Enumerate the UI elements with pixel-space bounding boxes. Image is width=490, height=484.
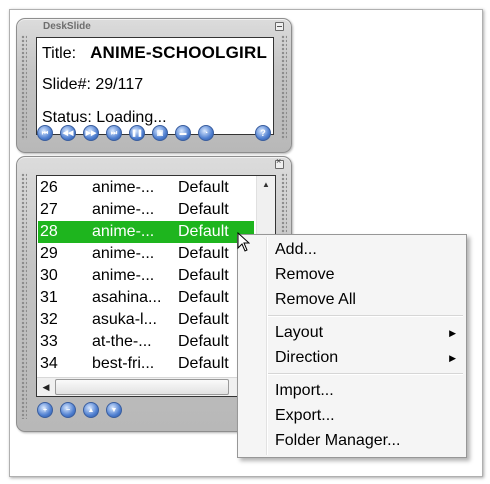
menu-item-remove[interactable]: Remove <box>275 266 335 284</box>
minimize-button[interactable] <box>275 22 284 31</box>
row-file-name: anime-... <box>92 245 155 262</box>
slide-info-box: Title: ANIME-SCHOOLGIRL Slide#: 29/117 St… <box>36 37 274 135</box>
clock-icon: ◔ <box>203 129 209 137</box>
table-row[interactable]: 34 best-fri... Default <box>38 353 254 375</box>
rewind-button[interactable]: ◀◀ <box>60 125 76 141</box>
left-drag-grip[interactable] <box>21 35 27 140</box>
row-transition-type: Default <box>178 333 229 350</box>
plus-icon: + <box>42 406 48 414</box>
playback-controls: ⏮ ◀◀ ▶▶ ⏭ ❚❚ ▣ ▬ ◔ <box>37 125 214 141</box>
row-transition-type: Default <box>178 355 229 372</box>
table-row[interactable]: 28 anime-... Default <box>38 221 254 243</box>
rewind-icon: ◀◀ <box>62 129 74 137</box>
skip-back-icon: ⏮ <box>41 129 49 137</box>
status-value: Loading... <box>96 109 167 126</box>
row-file-name: best-fri... <box>92 355 155 372</box>
row-transition-type: Default <box>178 223 229 240</box>
submenu-arrow-icon: ▶ <box>449 353 456 363</box>
row-file-name: anime-... <box>92 201 155 218</box>
skip-forward-icon: ⏭ <box>110 129 118 137</box>
slide-number-value: 29/117 <box>95 76 144 93</box>
table-row[interactable]: 32 asuka-l... Default <box>38 309 254 331</box>
menu-item-add[interactable]: Add... <box>275 241 317 259</box>
row-file-name: anime-... <box>92 267 155 284</box>
row-number: 26 <box>40 179 58 196</box>
row-number: 31 <box>40 289 58 306</box>
menu-separator <box>268 373 463 375</box>
move-down-button[interactable]: ▼ <box>106 402 122 418</box>
menu-item-folder-manager[interactable]: Folder Manager... <box>275 432 400 450</box>
row-number: 30 <box>40 267 58 284</box>
row-number: 32 <box>40 311 58 328</box>
title-value: ANIME-SCHOOLGIRL <box>90 43 268 62</box>
table-row[interactable]: 33 at-the-... Default <box>38 331 254 353</box>
scroll-up-arrow-icon[interactable]: ▲ <box>257 176 275 193</box>
last-slide-button[interactable]: ⏭ <box>106 125 122 141</box>
title-label: Title: <box>42 45 77 62</box>
slide-number-label: Slide#: <box>42 76 91 93</box>
fast-forward-icon: ▶▶ <box>85 129 97 137</box>
folder-icon: ▬ <box>179 129 187 137</box>
row-transition-type: Default <box>178 267 229 284</box>
help-icon: ? <box>260 127 266 138</box>
row-transition-type: Default <box>178 311 229 328</box>
row-file-name: asahina... <box>92 289 162 306</box>
playlist-buttons: + − ▲ ▼ <box>37 402 122 418</box>
row-transition-type: Default <box>178 201 229 218</box>
row-transition-type: Default <box>178 289 229 306</box>
menu-item-remove-all[interactable]: Remove All <box>275 291 356 309</box>
add-item-button[interactable]: + <box>37 402 53 418</box>
deskslide-control-panel: DeskSlide Title: ANIME-SCHOOLGIRL Slide#:… <box>16 18 292 153</box>
mouse-cursor-icon <box>237 232 250 252</box>
table-row[interactable]: 29 anime-... Default <box>38 243 254 265</box>
close-playlist-button[interactable] <box>275 156 284 169</box>
row-file-name: asuka-l... <box>92 311 157 328</box>
folder-button[interactable]: ▬ <box>175 125 191 141</box>
menu-separator <box>268 315 463 317</box>
menu-item-direction[interactable]: Direction <box>275 349 338 367</box>
remove-item-button[interactable]: − <box>60 402 76 418</box>
row-number: 28 <box>40 223 58 240</box>
row-transition-type: Default <box>178 179 229 196</box>
timer-button[interactable]: ◔ <box>198 125 214 141</box>
row-file-name: anime-... <box>92 179 155 196</box>
arrow-up-icon: ▲ <box>87 406 95 414</box>
window-title: DeskSlide <box>43 21 91 32</box>
copy-icon: ▣ <box>156 129 164 137</box>
row-number: 27 <box>40 201 58 218</box>
pause-icon: ❚❚ <box>131 129 143 137</box>
table-row[interactable]: 26 anime-... Default <box>38 177 254 199</box>
row-number: 34 <box>40 355 58 372</box>
right-drag-grip[interactable] <box>281 35 287 140</box>
menu-item-export[interactable]: Export... <box>275 407 335 425</box>
minus-icon: − <box>65 406 71 414</box>
table-row[interactable]: 30 anime-... Default <box>38 265 254 287</box>
submenu-arrow-icon: ▶ <box>449 328 456 338</box>
menu-item-import[interactable]: Import... <box>275 382 334 400</box>
pause-button[interactable]: ❚❚ <box>129 125 145 141</box>
scroll-left-arrow-icon[interactable]: ◀ <box>38 378 54 396</box>
left-drag-grip[interactable] <box>21 173 27 419</box>
move-up-button[interactable]: ▲ <box>83 402 99 418</box>
context-menu: Add... Remove Remove All Layout ▶ Direction ▶ I… <box>237 234 467 458</box>
copy-button[interactable]: ▣ <box>152 125 168 141</box>
fast-forward-button[interactable]: ▶▶ <box>83 125 99 141</box>
row-number: 33 <box>40 333 58 350</box>
table-row[interactable]: 31 asahina... Default <box>38 287 254 309</box>
help-button[interactable]: ? <box>255 125 271 141</box>
table-row[interactable]: 27 anime-... Default <box>38 199 254 221</box>
row-transition-type: Default <box>178 245 229 262</box>
row-number: 29 <box>40 245 58 262</box>
slide-number-row: Slide#: 29/117 <box>42 76 143 94</box>
arrow-down-icon: ▼ <box>110 406 118 414</box>
row-file-name: anime-... <box>92 223 155 240</box>
first-slide-button[interactable]: ⏮ <box>37 125 53 141</box>
menu-item-layout[interactable]: Layout <box>275 324 323 342</box>
horizontal-scroll-thumb[interactable] <box>55 379 229 395</box>
title-row: Title: ANIME-SCHOOLGIRL <box>42 43 267 63</box>
row-file-name: at-the-... <box>92 333 152 350</box>
